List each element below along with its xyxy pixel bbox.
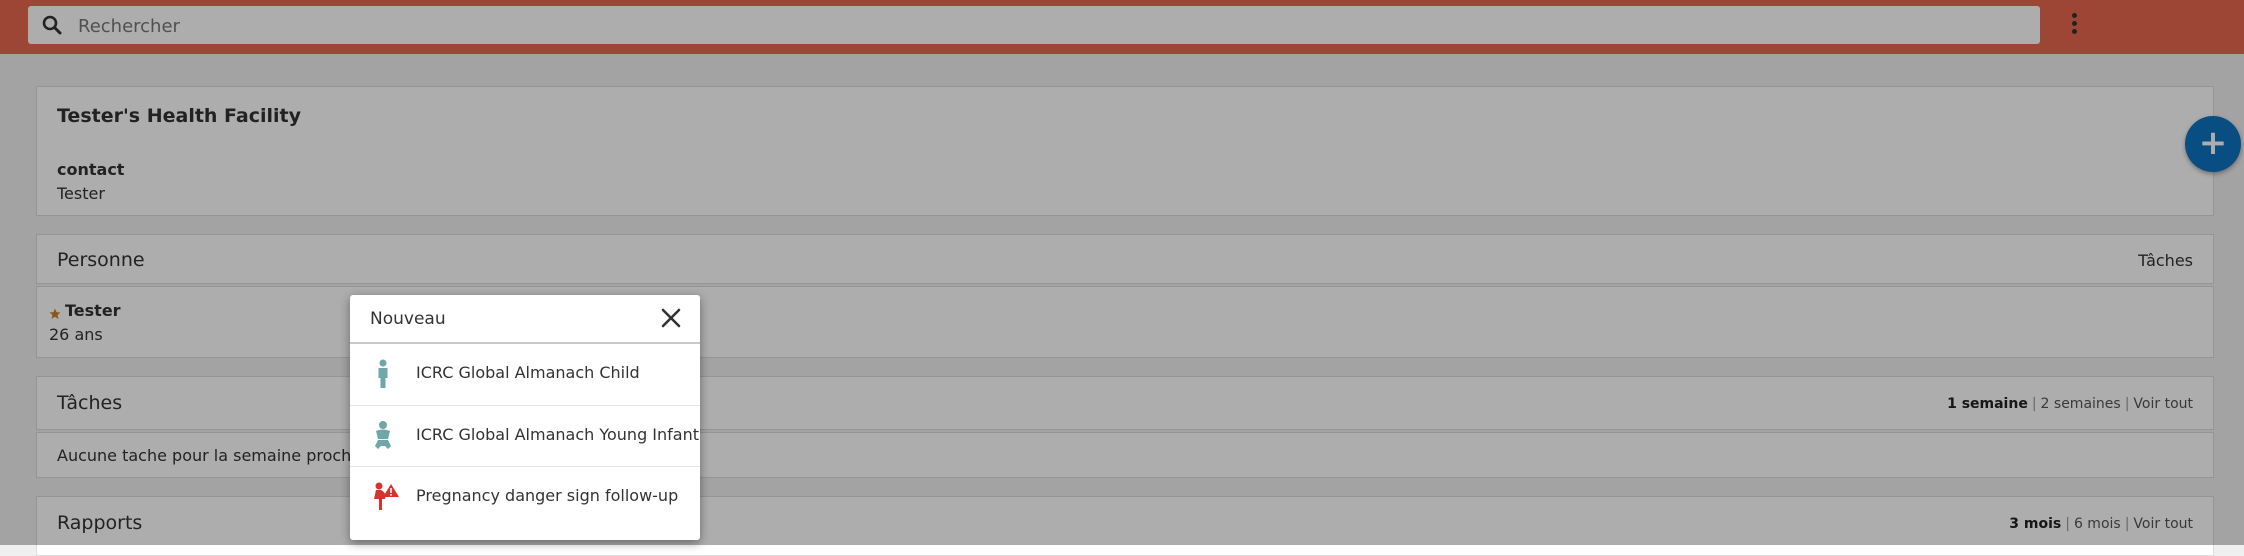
form-item-label: ICRC Global Almanach Young Infant xyxy=(416,425,700,444)
form-item-pregnancy-danger[interactable]: Pregnancy danger sign follow-up xyxy=(350,466,700,526)
modal-title: Nouveau xyxy=(370,309,446,329)
form-item-label: Pregnancy danger sign follow-up xyxy=(416,486,679,505)
form-item-label: ICRC Global Almanach Child xyxy=(416,363,640,382)
modal-backdrop[interactable] xyxy=(0,0,2244,545)
modal-header: Nouveau xyxy=(350,295,700,344)
form-item-child[interactable]: ICRC Global Almanach Child xyxy=(350,344,700,404)
pregnancy-danger-icon xyxy=(374,482,399,510)
close-icon[interactable] xyxy=(660,307,682,329)
infant-icon xyxy=(375,421,391,449)
child-icon xyxy=(378,359,388,388)
new-form-modal: Nouveau ICRC Global Almanach Child ICRC … xyxy=(350,295,700,540)
form-item-young-infant[interactable]: ICRC Global Almanach Young Infant xyxy=(350,405,700,465)
